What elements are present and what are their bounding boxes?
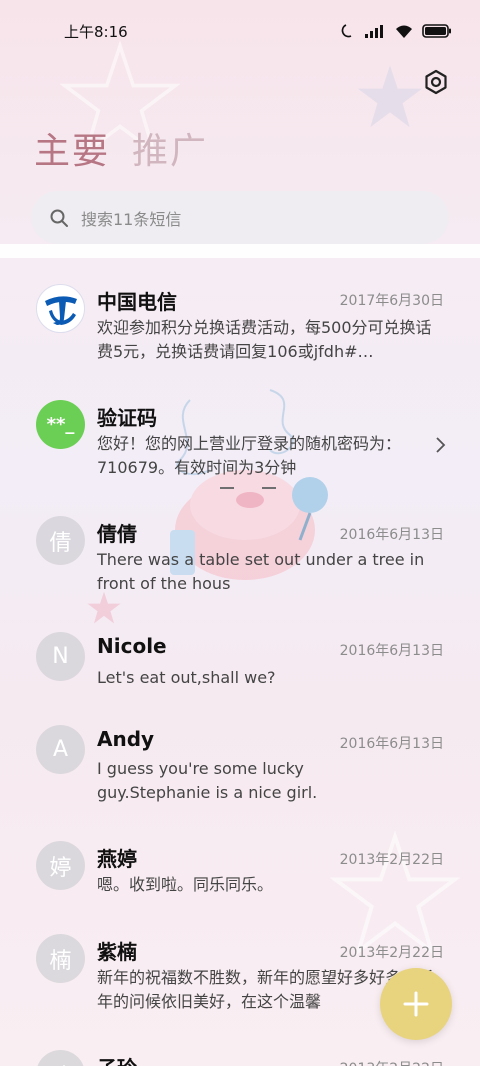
contact-name: Nicole bbox=[97, 634, 167, 658]
message-preview: There was a table set out under a tree i… bbox=[97, 550, 425, 593]
battery-icon bbox=[422, 24, 451, 38]
message-row[interactable]: A Andy 2016年6月13日 I guess you're some lu… bbox=[0, 725, 480, 811]
message-row[interactable]: 玲 子玲 2013年2月22日 bbox=[0, 1050, 480, 1066]
avatar: A bbox=[36, 725, 85, 774]
plus-icon bbox=[403, 991, 429, 1017]
message-date: 2016年6月13日 bbox=[339, 736, 444, 752]
message-date: 2013年2月22日 bbox=[339, 852, 444, 868]
contact-name: Andy bbox=[97, 727, 155, 751]
settings-icon bbox=[425, 69, 447, 95]
message-preview: 欢迎参加积分兑换话费活动，每500分可兑换话费5元，兑换话费请回复106或jfd… bbox=[97, 318, 432, 361]
message-date: 2016年6月13日 bbox=[339, 527, 444, 543]
message-date: 2016年6月13日 bbox=[339, 643, 444, 659]
contact-name: 验证码 bbox=[97, 406, 157, 430]
message-row[interactable]: 倩 倩倩 2016年6月13日 There was a table set ou… bbox=[0, 516, 480, 602]
message-preview: Let's eat out,shall we? bbox=[97, 668, 276, 687]
message-row[interactable]: 婷 燕婷 2013年2月22日 嗯。收到啦。同乐同乐。 bbox=[0, 841, 480, 901]
message-row[interactable]: 中国电信 2017年6月30日 欢迎参加积分兑换话费活动，每500分可兑换话费5… bbox=[0, 284, 480, 384]
message-row[interactable]: **_ 验证码 您好！您的网上营业厅登录的随机密码为：710679。有效时间为3… bbox=[0, 400, 480, 486]
moon-icon bbox=[341, 24, 352, 38]
wifi-icon bbox=[396, 25, 412, 38]
search-placeholder: 搜索11条短信 bbox=[81, 209, 182, 229]
avatar: 倩 bbox=[36, 516, 85, 565]
avatar: **_ bbox=[36, 400, 85, 449]
message-preview: I guess you're some lucky guy.Stephanie … bbox=[97, 759, 318, 802]
signal-icon bbox=[365, 25, 383, 38]
chevron-right-icon[interactable] bbox=[434, 436, 446, 454]
tab-promotions[interactable]: 推广 bbox=[132, 122, 208, 174]
message-date: 2013年2月22日 bbox=[339, 945, 444, 961]
new-message-button[interactable] bbox=[380, 968, 452, 1040]
header-divider bbox=[0, 244, 480, 258]
avatar: 楠 bbox=[36, 934, 85, 983]
contact-name: 紫楠 bbox=[97, 940, 137, 964]
avatar bbox=[36, 284, 85, 333]
status-bar: 上午8:16 bbox=[0, 0, 480, 62]
message-preview: 您好！您的网上营业厅登录的随机密码为：710679。有效时间为3分钟 bbox=[97, 434, 402, 477]
tab-bar: 主要 推广 bbox=[34, 122, 208, 174]
search-icon bbox=[50, 209, 68, 227]
contact-name: 中国电信 bbox=[97, 290, 177, 314]
settings-button[interactable] bbox=[420, 66, 452, 98]
contact-name: 燕婷 bbox=[97, 847, 137, 871]
tab-primary[interactable]: 主要 bbox=[34, 122, 110, 174]
search-input[interactable]: 搜索11条短信 bbox=[31, 191, 449, 244]
message-row[interactable]: N Nicole 2016年6月13日 Let's eat out,shall … bbox=[0, 632, 480, 692]
message-preview: 嗯。收到啦。同乐同乐。 bbox=[97, 875, 274, 894]
avatar: N bbox=[36, 632, 85, 681]
contact-name: 倩倩 bbox=[97, 522, 137, 546]
background-star-icon bbox=[357, 65, 423, 128]
message-date: 2017年6月30日 bbox=[339, 293, 444, 309]
china-telecom-logo-icon bbox=[39, 287, 82, 330]
message-date: 2013年2月22日 bbox=[340, 1058, 444, 1066]
status-icons bbox=[340, 23, 452, 39]
avatar: 婷 bbox=[36, 841, 85, 890]
status-time: 上午8:16 bbox=[64, 22, 128, 41]
avatar: 玲 bbox=[36, 1050, 85, 1066]
contact-name: 子玲 bbox=[97, 1052, 137, 1066]
